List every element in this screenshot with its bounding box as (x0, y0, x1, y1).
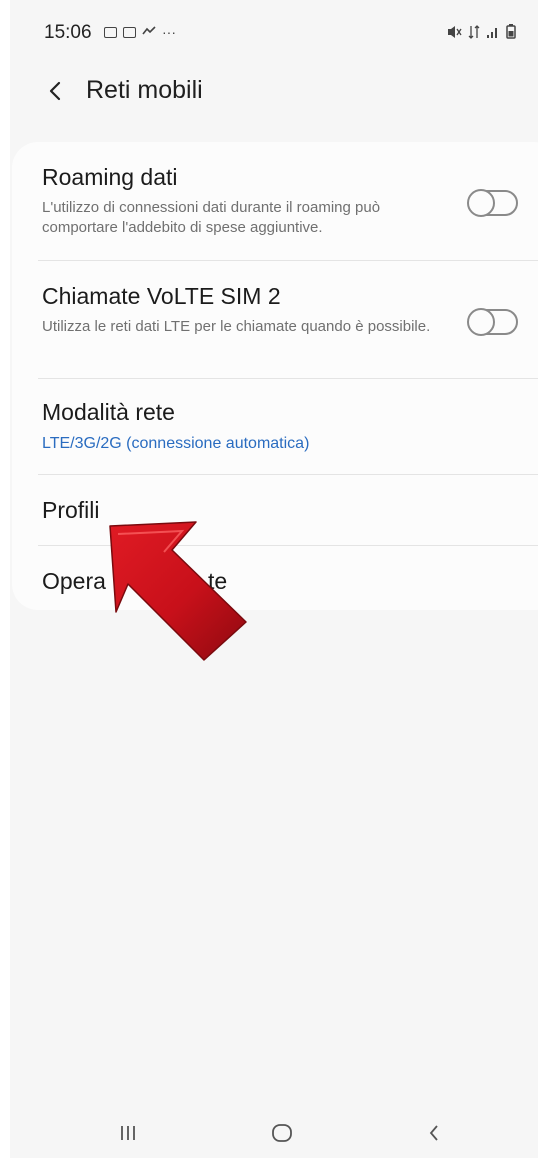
setting-title: Profili (42, 497, 100, 523)
gallery-icon (104, 26, 117, 38)
roaming-toggle[interactable] (467, 189, 518, 217)
mute-icon (446, 25, 462, 42)
nav-back-button[interactable] (414, 1120, 454, 1146)
back-icon (429, 1125, 438, 1141)
volte-toggle[interactable] (467, 308, 518, 336)
signal-icon (486, 25, 500, 42)
chevron-left-icon (49, 81, 61, 101)
status-time: 15:06 (44, 22, 92, 43)
setting-modalita-rete[interactable]: Modalità rete LTE/3G/2G (connessione aut… (12, 379, 538, 474)
setting-profili[interactable]: Profili (12, 475, 538, 545)
navigation-bar (10, 1100, 538, 1158)
setting-value: LTE/3G/2G (connessione automatica) (42, 435, 310, 452)
setting-title: Chiamate VoLTE SIM 2 (42, 283, 281, 309)
setting-title: Roaming dati (42, 164, 178, 190)
setting-roaming-dati[interactable]: Roaming dati L'utilizzo di connessioni d… (12, 142, 538, 260)
setting-description: Utilizza le reti dati LTE per le chiamat… (42, 318, 431, 335)
setting-title-start: Opera (42, 568, 106, 594)
volte-icon (468, 24, 480, 42)
page-title: Reti mobili (86, 76, 203, 104)
setting-title: Modalità rete (42, 399, 175, 425)
home-icon (272, 1124, 292, 1142)
phone-screen: 15:06 ··· Reti mobili Roaming dati L'uti… (10, 0, 538, 1158)
setting-title-end: te (208, 568, 228, 594)
recent-apps-button[interactable] (108, 1120, 148, 1146)
more-notifications-icon: ··· (162, 24, 176, 40)
sync-icon (142, 24, 156, 40)
toggle-knob (467, 189, 495, 217)
setting-operatori-rete[interactable]: Opera te (12, 546, 538, 610)
setting-description: L'utilizzo di connessioni dati durante i… (42, 199, 381, 236)
battery-icon (506, 24, 516, 42)
recent-apps-icon (121, 1126, 135, 1140)
settings-card: Roaming dati L'utilizzo di connessioni d… (12, 142, 538, 610)
toggle-knob (467, 308, 495, 336)
setting-volte-sim2[interactable]: Chiamate VoLTE SIM 2 Utilizza le reti da… (12, 261, 538, 378)
home-button[interactable] (262, 1120, 302, 1146)
status-bar: 15:06 ··· (10, 0, 538, 60)
status-system-icons (446, 24, 516, 42)
status-notification-icons: ··· (104, 24, 176, 40)
app-header: Reti mobili (10, 60, 538, 122)
photo-icon (123, 26, 136, 38)
back-button[interactable] (38, 74, 72, 108)
